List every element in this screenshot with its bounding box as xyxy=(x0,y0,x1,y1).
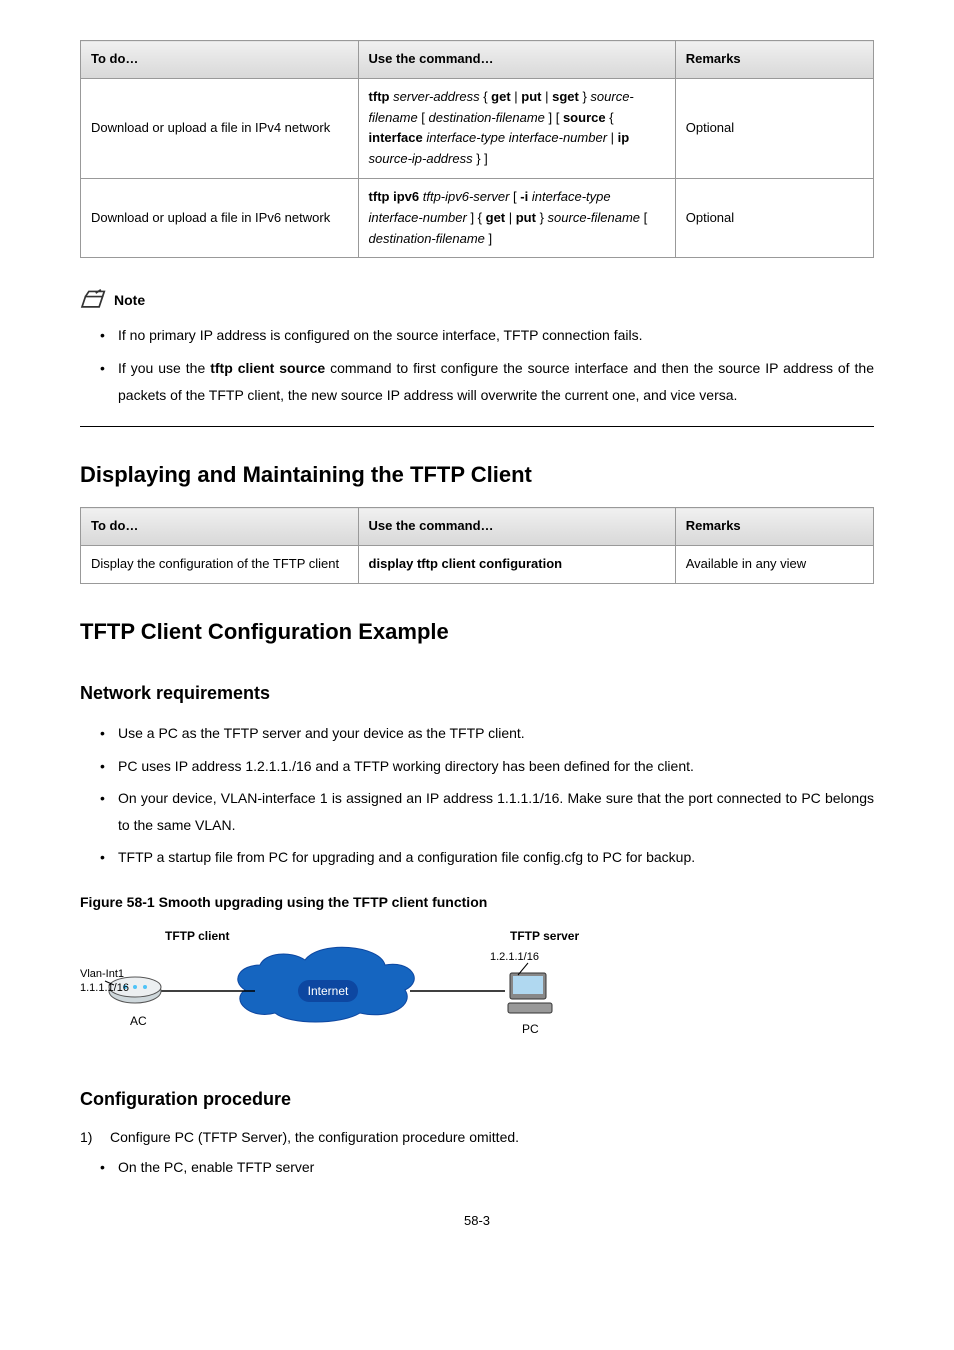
ip1-label: 1.1.1.1/16 xyxy=(80,982,129,994)
heading-example: TFTP Client Configuration Example xyxy=(80,614,874,649)
table2-header-cmd: Use the command… xyxy=(358,508,675,546)
row-remark: Optional xyxy=(675,78,873,178)
divider xyxy=(80,426,874,427)
note-icon xyxy=(80,288,108,312)
note-item-2: If you use the tftp client source comman… xyxy=(80,355,874,408)
table1-header-todo: To do… xyxy=(81,41,359,79)
ac-label: AC xyxy=(130,1014,147,1028)
cfg-bullet-1: On the PC, enable TFTP server xyxy=(80,1154,874,1181)
list-item: On your device, VLAN-interface 1 is assi… xyxy=(80,785,874,838)
note-label: Note xyxy=(114,289,145,311)
table2-header-todo: To do… xyxy=(81,508,359,546)
vlan-label: Vlan-Int1 xyxy=(80,968,124,980)
table1-header-cmd: Use the command… xyxy=(358,41,675,79)
figure-caption: Figure 58-1 Smooth upgrading using the T… xyxy=(80,891,874,913)
table-row: Download or upload a file in IPv6 networ… xyxy=(81,178,874,257)
pc-label: PC xyxy=(522,1022,539,1036)
table-row: Download or upload a file in IPv4 networ… xyxy=(81,78,874,178)
list-item: Use a PC as the TFTP server and your dev… xyxy=(80,720,874,747)
netreq-list: Use a PC as the TFTP server and your dev… xyxy=(80,720,874,871)
page-number: 58-3 xyxy=(80,1211,874,1232)
row-remark: Optional xyxy=(675,178,873,257)
table2-header-remarks: Remarks xyxy=(675,508,873,546)
table-row: Display the configuration of the TFTP cl… xyxy=(81,546,874,584)
row-cmd: tftp server-address { get | put | sget }… xyxy=(358,78,675,178)
ip2-label: 1.2.1.1/16 xyxy=(490,951,539,963)
table2-remark: Available in any view xyxy=(675,546,873,584)
note-header: Note xyxy=(80,288,874,312)
table2-desc: Display the configuration of the TFTP cl… xyxy=(81,546,359,584)
config-table-1: To do… Use the command… Remarks Download… xyxy=(80,40,874,258)
row-cmd: tftp ipv6 tftp-ipv6-server [ -i interfac… xyxy=(358,178,675,257)
note-list: If no primary IP address is configured o… xyxy=(80,322,874,408)
cfg-steps: 1)Configure PC (TFTP Server), the config… xyxy=(80,1126,874,1148)
list-item: PC uses IP address 1.2.1.1./16 and a TFT… xyxy=(80,753,874,780)
network-diagram: Internet TFTP client TFTP server Vlan-In… xyxy=(80,925,600,1055)
config-table-2: To do… Use the command… Remarks Display … xyxy=(80,507,874,584)
table2-cmd: display tftp client configuration xyxy=(358,546,675,584)
tftp-client-label: TFTP client xyxy=(165,929,229,943)
internet-label: Internet xyxy=(308,984,349,998)
heading-display: Displaying and Maintaining the TFTP Clie… xyxy=(80,457,874,492)
tftp-server-label: TFTP server xyxy=(510,929,579,943)
note-item-1: If no primary IP address is configured o… xyxy=(80,322,874,349)
list-item: TFTP a startup file from PC for upgradin… xyxy=(80,844,874,871)
table1-header-remarks: Remarks xyxy=(675,41,873,79)
heading-cfgproc: Configuration procedure xyxy=(80,1085,874,1114)
cfg-sublist: On the PC, enable TFTP server xyxy=(80,1154,874,1181)
cfg-step-1: 1)Configure PC (TFTP Server), the config… xyxy=(80,1126,874,1148)
row-desc: Download or upload a file in IPv6 networ… xyxy=(81,178,359,257)
heading-netreq: Network requirements xyxy=(80,679,874,708)
row-desc: Download or upload a file in IPv4 networ… xyxy=(81,78,359,178)
